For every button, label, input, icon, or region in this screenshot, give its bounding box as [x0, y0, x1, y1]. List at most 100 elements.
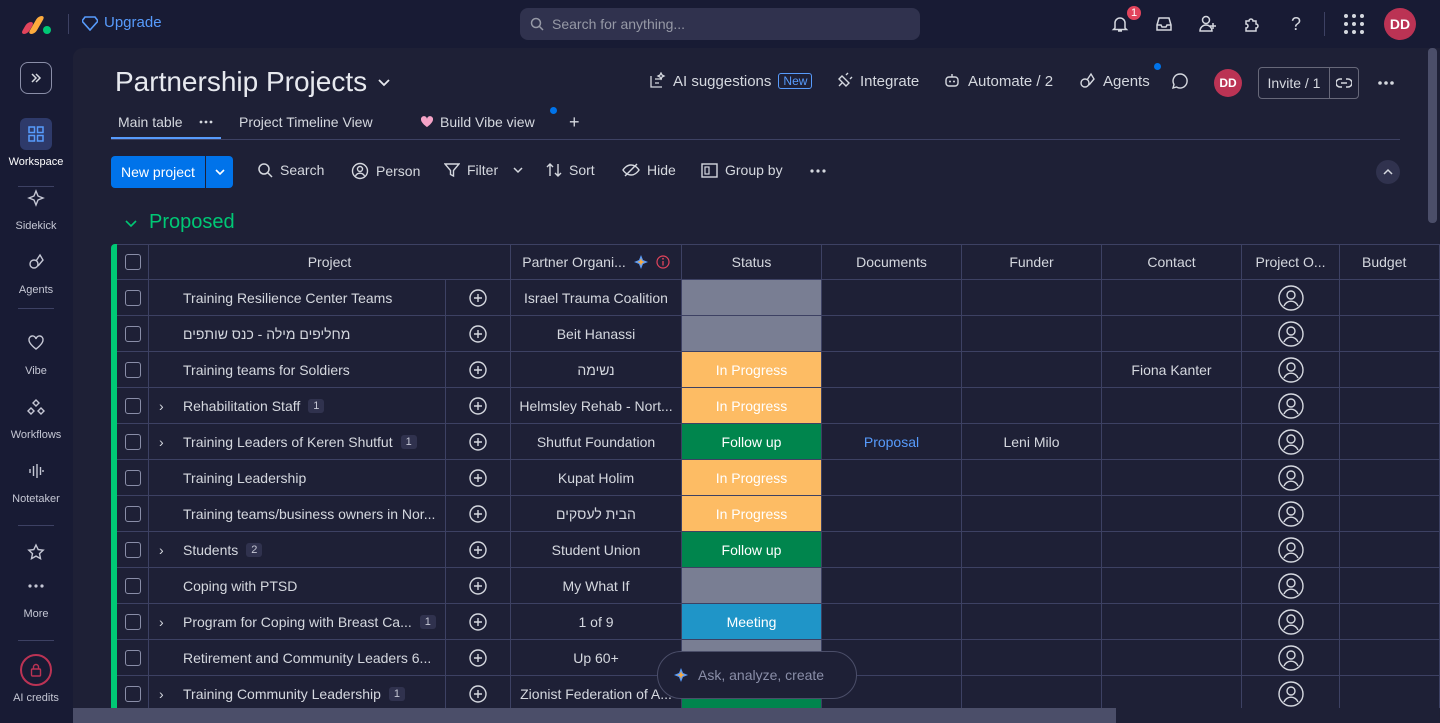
row-checkbox[interactable] [124, 649, 141, 666]
budget-cell[interactable] [1340, 280, 1440, 316]
sidebar-item-ai-credits[interactable]: AI credits [0, 654, 72, 704]
budget-cell[interactable] [1340, 496, 1440, 532]
funder-cell[interactable] [962, 604, 1102, 640]
status-cell[interactable]: In Progress [682, 352, 822, 388]
subitems-count[interactable]: 1 [400, 434, 417, 449]
project-name[interactable]: Training teams/business owners in Nor... [183, 506, 435, 522]
add-update-icon[interactable] [468, 468, 488, 488]
person-circle-icon[interactable] [1277, 356, 1304, 383]
new-project-button[interactable]: New project [111, 156, 205, 188]
partner-cell[interactable]: Beit Hanassi [511, 316, 682, 352]
document-link[interactable]: Proposal [864, 434, 919, 450]
project-owner-cell[interactable] [1242, 424, 1340, 460]
updates-button[interactable] [1171, 72, 1189, 90]
add-update-icon[interactable] [468, 288, 488, 308]
project-name[interactable]: Training Resilience Center Teams [183, 290, 392, 306]
partner-cell[interactable]: Student Union [511, 532, 682, 568]
expand-sidebar-button[interactable] [20, 62, 52, 94]
project-name-cell[interactable]: › Training Leaders of Keren Shutfut 1 [149, 424, 446, 460]
project-name[interactable]: Students [183, 542, 238, 558]
funder-cell[interactable]: Leni Milo [962, 424, 1102, 460]
project-name-cell[interactable]: › Rehabilitation Staff 1 [149, 388, 446, 424]
row-checkbox[interactable] [124, 325, 141, 342]
new-project-dropdown-button[interactable] [206, 156, 233, 188]
automate-button[interactable]: Automate / 2 [943, 72, 1053, 90]
project-name-cell[interactable]: Training teams for Soldiers [149, 352, 446, 388]
add-update-cell[interactable] [446, 352, 511, 388]
chevron-right-icon[interactable]: › [159, 614, 164, 630]
budget-cell[interactable] [1340, 532, 1440, 568]
add-update-cell[interactable] [446, 460, 511, 496]
project-name[interactable]: Program for Coping with Breast Ca... [183, 614, 412, 630]
column-header-project-owner[interactable]: Project O... [1242, 244, 1340, 280]
add-update-icon[interactable] [468, 576, 488, 596]
person-circle-icon[interactable] [1277, 392, 1304, 419]
project-name[interactable]: מחליפים מילה - כנס שותפים [183, 326, 350, 342]
sidebar-item-workspace[interactable]: Workspace [0, 118, 72, 168]
status-cell[interactable]: In Progress [682, 388, 822, 424]
budget-cell[interactable] [1340, 460, 1440, 496]
documents-cell[interactable] [822, 532, 962, 568]
contact-cell[interactable] [1102, 640, 1242, 676]
project-name[interactable]: Retirement and Community Leaders 6... [183, 650, 431, 666]
documents-cell[interactable] [822, 352, 962, 388]
person-filter-button[interactable]: Person [351, 162, 420, 180]
subitems-count[interactable]: 1 [419, 614, 436, 629]
partner-cell[interactable]: Israel Trauma Coalition [511, 280, 682, 316]
partner-cell[interactable]: Helmsley Rehab - Nort... [511, 388, 682, 424]
table-row[interactable]: › Training Leaders of Keren Shutfut 1 Shutf… [117, 424, 1440, 460]
person-circle-icon[interactable] [1277, 500, 1304, 527]
contact-cell[interactable] [1102, 388, 1242, 424]
budget-cell[interactable] [1340, 568, 1440, 604]
contact-cell[interactable] [1102, 424, 1242, 460]
project-owner-cell[interactable] [1242, 280, 1340, 316]
global-search-input[interactable]: Search for anything... [520, 8, 920, 40]
sidebar-item-sidekick[interactable]: Sidekick [0, 182, 72, 232]
ai-suggestions-button[interactable]: AI suggestions New [648, 72, 813, 90]
documents-cell[interactable] [822, 604, 962, 640]
contact-cell[interactable] [1102, 532, 1242, 568]
project-name-cell[interactable]: Training Resilience Center Teams [149, 280, 446, 316]
select-all-checkbox[interactable] [124, 254, 141, 270]
horizontal-scrollbar[interactable] [73, 708, 1116, 723]
add-update-cell[interactable] [446, 532, 511, 568]
add-update-cell[interactable] [446, 604, 511, 640]
project-owner-cell[interactable] [1242, 568, 1340, 604]
project-name[interactable]: Training Community Leadership [183, 686, 381, 702]
collapse-header-button[interactable] [1376, 160, 1400, 184]
chevron-right-icon[interactable]: › [159, 398, 164, 414]
search-button[interactable]: Search [258, 162, 324, 178]
invite-member-icon[interactable] [1196, 12, 1220, 36]
budget-cell[interactable] [1340, 640, 1440, 676]
row-checkbox[interactable] [124, 361, 141, 378]
project-name-cell[interactable]: מחליפים מילה - כנס שותפים [149, 316, 446, 352]
person-circle-icon[interactable] [1277, 428, 1304, 455]
filter-button[interactable]: Filter [444, 162, 523, 178]
partner-cell[interactable]: My What If [511, 568, 682, 604]
status-cell[interactable]: Follow up [682, 532, 822, 568]
contact-cell[interactable] [1102, 496, 1242, 532]
table-row[interactable]: Training teams for Soldiers נשימה In Progr… [117, 352, 1440, 388]
documents-cell[interactable] [822, 568, 962, 604]
column-header-status[interactable]: Status [682, 244, 822, 280]
add-update-cell[interactable] [446, 280, 511, 316]
group-title[interactable]: Proposed [149, 211, 235, 234]
project-name-cell[interactable]: › Program for Coping with Breast Ca... 1 [149, 604, 446, 640]
partner-cell[interactable]: הבית לעסקים [511, 496, 682, 532]
person-circle-icon[interactable] [1277, 608, 1304, 635]
add-view-button[interactable]: + [569, 112, 580, 133]
budget-cell[interactable] [1340, 316, 1440, 352]
project-owner-cell[interactable] [1242, 676, 1340, 712]
add-update-icon[interactable] [468, 360, 488, 380]
row-checkbox[interactable] [124, 613, 141, 630]
table-row[interactable]: Training teams/business owners in Nor...… [117, 496, 1440, 532]
row-checkbox[interactable] [124, 289, 141, 306]
toolbar-more-button[interactable] [809, 168, 827, 174]
funder-cell[interactable] [962, 460, 1102, 496]
contact-cell[interactable] [1102, 604, 1242, 640]
project-owner-cell[interactable] [1242, 532, 1340, 568]
row-checkbox[interactable] [124, 577, 141, 594]
person-circle-icon[interactable] [1277, 536, 1304, 563]
upgrade-link[interactable]: Upgrade [82, 14, 162, 31]
project-owner-cell[interactable] [1242, 640, 1340, 676]
